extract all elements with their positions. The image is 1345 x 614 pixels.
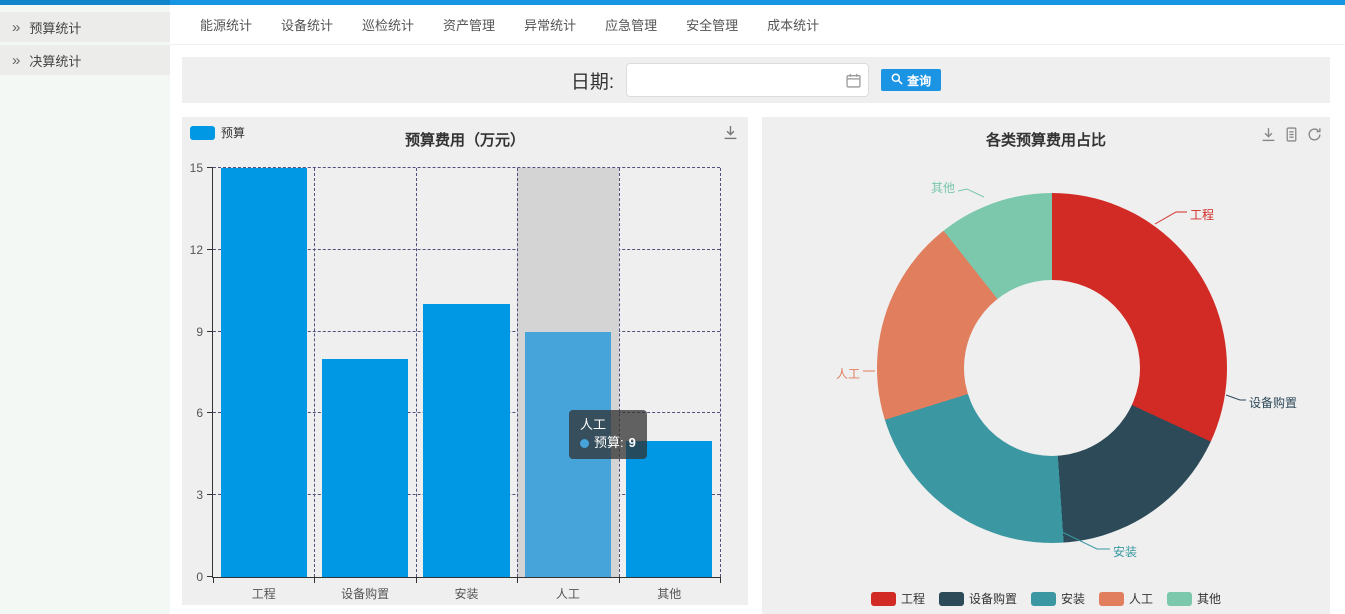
legend-swatch (939, 592, 964, 606)
nav-tabs: 能源统计 设备统计 巡检统计 资产管理 异常统计 应急管理 安全管理 成本统计 (170, 5, 1345, 45)
pie-label-other: 其他 (931, 179, 955, 196)
sidebar-item-label: 决算统计 (29, 51, 81, 70)
data-view-icon[interactable] (1284, 127, 1299, 147)
pie-label-engineering: 工程 (1190, 206, 1214, 223)
pie-legend-item-3[interactable]: 人工 (1099, 590, 1153, 607)
donut-chart[interactable] (877, 193, 1227, 543)
pie-chart-card: 各类预算费用占比 (762, 117, 1330, 614)
sidebar-item-budget-stats[interactable]: » 预算统计 (0, 12, 170, 42)
bar-slot-0[interactable]: 工程 (213, 168, 314, 577)
search-icon (891, 73, 903, 88)
page: » 预算统计 » 决算统计 能源统计 设备统计 巡检统计 资产管理 异常统计 应急管理 安全… (0, 0, 1345, 614)
legend-swatch (1031, 592, 1056, 606)
x-axis-tick-label: 设备购置 (314, 585, 415, 602)
download-icon[interactable] (1261, 127, 1276, 147)
double-chevron-icon: » (12, 53, 20, 68)
calendar-icon[interactable] (846, 73, 861, 93)
sidebar: » 预算统计 » 决算统计 (0, 5, 170, 614)
pie-legend-item-2[interactable]: 安装 (1031, 590, 1085, 607)
bar-slot-2[interactable]: 安装 (416, 168, 517, 577)
pie-legend-item-1[interactable]: 设备购置 (939, 590, 1017, 607)
bar-chart-card: 预算 预算费用（万元） 03691215工程设备购置安装人工其他 人工 预算: … (182, 117, 748, 605)
nav-tab-4[interactable]: 异常统计 (524, 15, 576, 34)
legend-swatch (1099, 592, 1124, 606)
y-axis-tick-label: 6 (196, 406, 203, 420)
legend-label: 其他 (1197, 590, 1221, 607)
legend-label: 安装 (1061, 590, 1085, 607)
pie-chart-title: 各类预算费用占比 (762, 129, 1330, 150)
pie-legend-item-0[interactable]: 工程 (871, 590, 925, 607)
x-axis-tick-label: 其他 (619, 585, 720, 602)
y-axis-tick-label: 12 (190, 243, 203, 257)
pie-label-equipment: 设备购置 (1249, 394, 1297, 411)
bar[interactable] (525, 332, 611, 577)
bar[interactable] (626, 441, 712, 577)
legend-label: 人工 (1129, 590, 1153, 607)
legend-label: 设备购置 (969, 590, 1017, 607)
legend-swatch (1167, 592, 1192, 606)
nav-tab-0[interactable]: 能源统计 (200, 15, 252, 34)
double-chevron-icon: » (12, 20, 20, 35)
y-axis-tick-label: 3 (196, 488, 203, 502)
legend-swatch (871, 592, 896, 606)
donut-hole (964, 280, 1140, 456)
nav-tab-5[interactable]: 应急管理 (605, 15, 657, 34)
pie-legend: 工程 设备购置 安装 人工 其他 (762, 590, 1330, 607)
y-axis-tick-label: 15 (190, 161, 203, 175)
x-axis-tick-label: 安装 (416, 585, 517, 602)
nav-tab-7[interactable]: 成本统计 (767, 15, 819, 34)
filter-bar: 日期: 查询 (182, 57, 1330, 103)
bar[interactable] (322, 359, 408, 577)
y-axis-tick-label: 9 (196, 325, 203, 339)
sidebar-item-label: 预算统计 (29, 18, 81, 37)
query-button[interactable]: 查询 (881, 69, 941, 91)
sidebar-item-final-stats[interactable]: » 决算统计 (0, 45, 170, 75)
x-axis-tick-label: 人工 (517, 585, 618, 602)
y-axis-tick-label: 0 (196, 570, 203, 584)
legend-label: 工程 (901, 590, 925, 607)
bar[interactable] (221, 168, 307, 577)
date-picker[interactable] (626, 63, 869, 97)
query-button-label: 查询 (907, 72, 931, 89)
nav-tab-1[interactable]: 设备统计 (281, 15, 333, 34)
x-axis-tick-label: 工程 (213, 585, 314, 602)
bar-slot-4[interactable]: 其他 (619, 168, 720, 577)
bar-plot: 03691215工程设备购置安装人工其他 人工 预算: 9 (212, 168, 720, 578)
nav-tab-2[interactable]: 巡检统计 (362, 15, 414, 34)
nav-tab-6[interactable]: 安全管理 (686, 15, 738, 34)
bar-slot-1[interactable]: 设备购置 (314, 168, 415, 577)
pie-label-install: 安装 (1113, 543, 1137, 560)
chart-toolbox (1261, 127, 1322, 147)
pie-label-labor: 人工 (836, 365, 860, 382)
bar[interactable] (423, 304, 509, 577)
bar-slot-3[interactable]: 人工 (517, 168, 618, 577)
refresh-icon[interactable] (1307, 127, 1322, 147)
pie-legend-item-4[interactable]: 其他 (1167, 590, 1221, 607)
bar-chart-title: 预算费用（万元） (182, 129, 748, 150)
date-label: 日期: (571, 67, 614, 94)
date-input[interactable] (627, 73, 868, 88)
nav-tab-3[interactable]: 资产管理 (443, 15, 495, 34)
